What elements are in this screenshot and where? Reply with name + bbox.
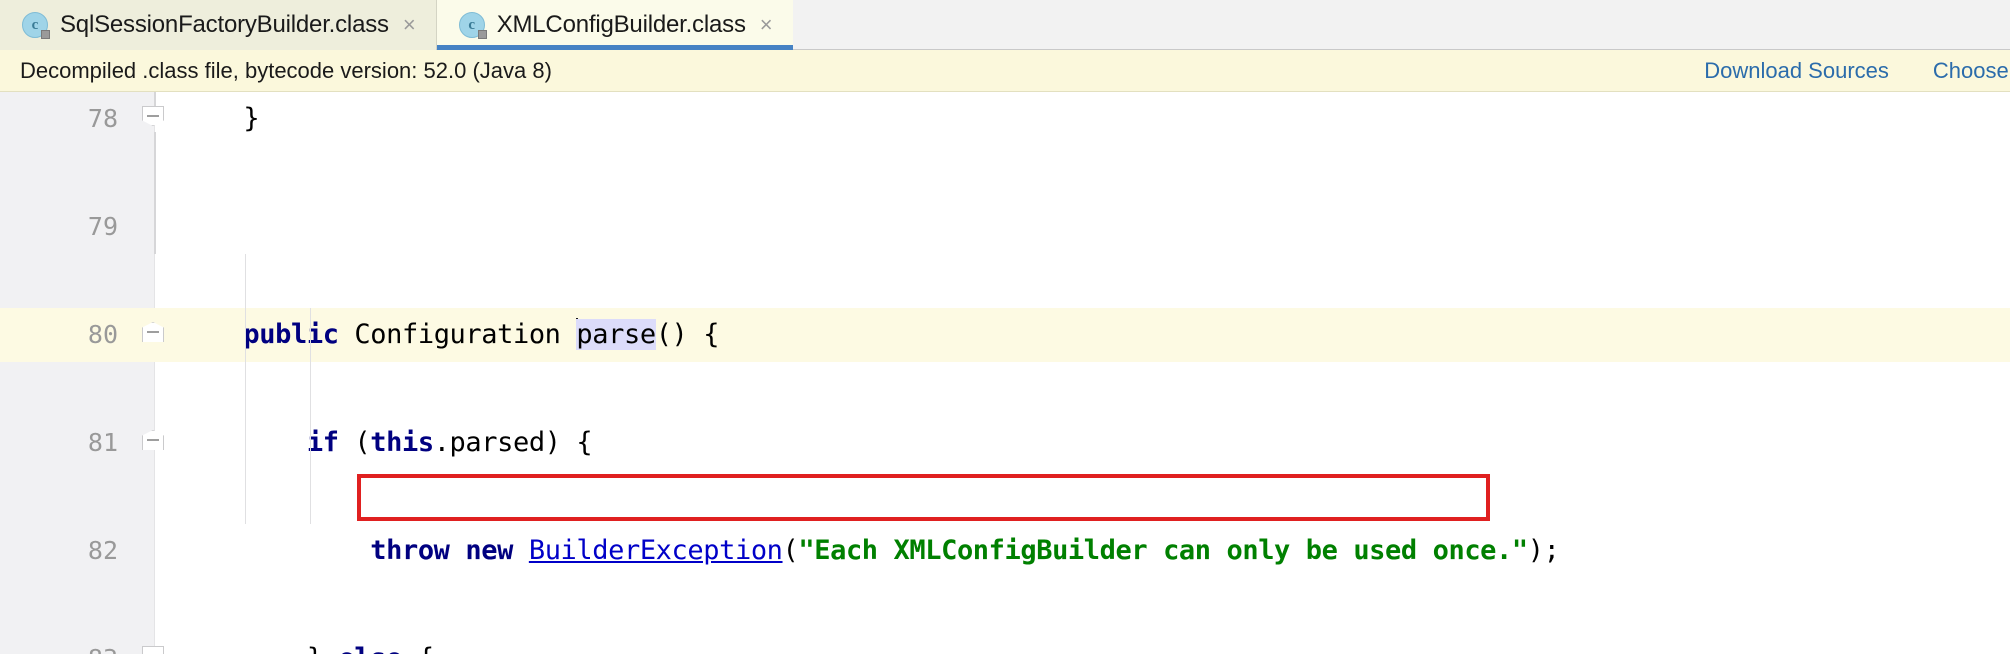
token-str: "Each XMLConfigBuilder can only be used … [798,535,1528,566]
fold-collapse-icon[interactable] [142,106,164,132]
token-kw: new [465,535,513,566]
indent-guide [310,308,311,524]
decompiled-class-notification-banner: Decompiled .class file, bytecode version… [0,50,2010,92]
token-link[interactable]: BuilderException [529,535,783,566]
token-plain: Configuration [338,319,577,350]
code-text: if (this.parsed) { [180,416,593,470]
java-class-icon: c [22,12,50,39]
token-plain: } [180,643,339,654]
token-kw: else [339,643,403,654]
token-plain: .parsed) { [433,427,593,458]
line-number: 83 [0,632,118,654]
fold-column [140,632,172,654]
close-icon[interactable]: × [401,14,418,36]
code-line-83[interactable]: 83 } else { [0,632,2010,654]
banner-message: Decompiled .class file, bytecode version… [20,57,552,83]
code-line-81[interactable]: 81 if (this.parsed) { [0,416,2010,470]
code-text: } [180,92,259,146]
fold-expand-icon[interactable] [142,430,164,456]
token-plain: ( [782,535,799,566]
token-kw: this [370,427,434,458]
token-kw: public [243,319,339,350]
token-plain: () { [655,319,720,350]
tab-label: SqlSessionFactoryBuilder.class [60,11,389,38]
fold-expand-icon[interactable] [142,322,164,348]
code-line-79[interactable]: 79 [0,200,2010,254]
line-number: 81 [87,428,118,457]
line-number: 82 [87,536,118,565]
download-sources-link[interactable]: Download Sources [1704,58,1889,84]
tab-sql-session-factory-builder[interactable]: c SqlSessionFactoryBuilder.class × [0,0,436,50]
fold-column [140,200,172,254]
fold-column [140,524,172,578]
code-text: public Configuration parse() { [180,308,720,362]
lock-badge-icon [41,30,50,39]
code-lines-container: 78 } 79 80 public Configuration parse() {8… [0,92,2010,654]
banner-actions: Download Sources Choose Sou [1704,50,2010,92]
token-plain: ( [338,427,371,458]
token-plain: } [180,103,260,134]
line-number: 79 [87,212,118,241]
tab-xml-config-builder[interactable]: c XMLConfigBuilder.class × [436,0,793,50]
fold-column [140,416,172,470]
fold-connector-line [154,92,156,106]
code-text: throw new BuilderException("Each XMLConf… [180,524,1560,578]
fold-column [140,92,172,146]
fold-column [140,308,172,362]
lock-badge-icon [477,30,487,39]
fold-connector-line [154,132,156,254]
java-class-icon: c [458,12,487,39]
tab-label: XMLConfigBuilder.class [496,11,746,38]
code-line-82[interactable]: 82 throw new BuilderException("Each XMLC… [0,524,2010,578]
token-kw: throw [370,535,450,566]
token-kw: if [306,427,339,458]
code-editor[interactable]: 78 } 79 80 public Configuration parse() {8… [0,92,2010,654]
line-number: 80 [87,320,118,349]
line-number: 78 [87,104,118,133]
code-line-80[interactable]: 80 public Configuration parse() { [0,308,2010,362]
token-plain: ); [1527,535,1560,566]
token-sel: parse [576,319,656,350]
token-plain: { [402,643,434,654]
fold-collapse-icon[interactable] [142,646,164,654]
choose-sources-link[interactable]: Choose Sou [1933,58,2010,84]
code-text: } else { [180,632,434,654]
close-icon[interactable]: × [758,14,775,36]
editor-tab-bar: c SqlSessionFactoryBuilder.class × c XML… [0,0,2010,50]
indent-guide [245,254,246,524]
code-line-78[interactable]: 78 } [0,92,2010,146]
